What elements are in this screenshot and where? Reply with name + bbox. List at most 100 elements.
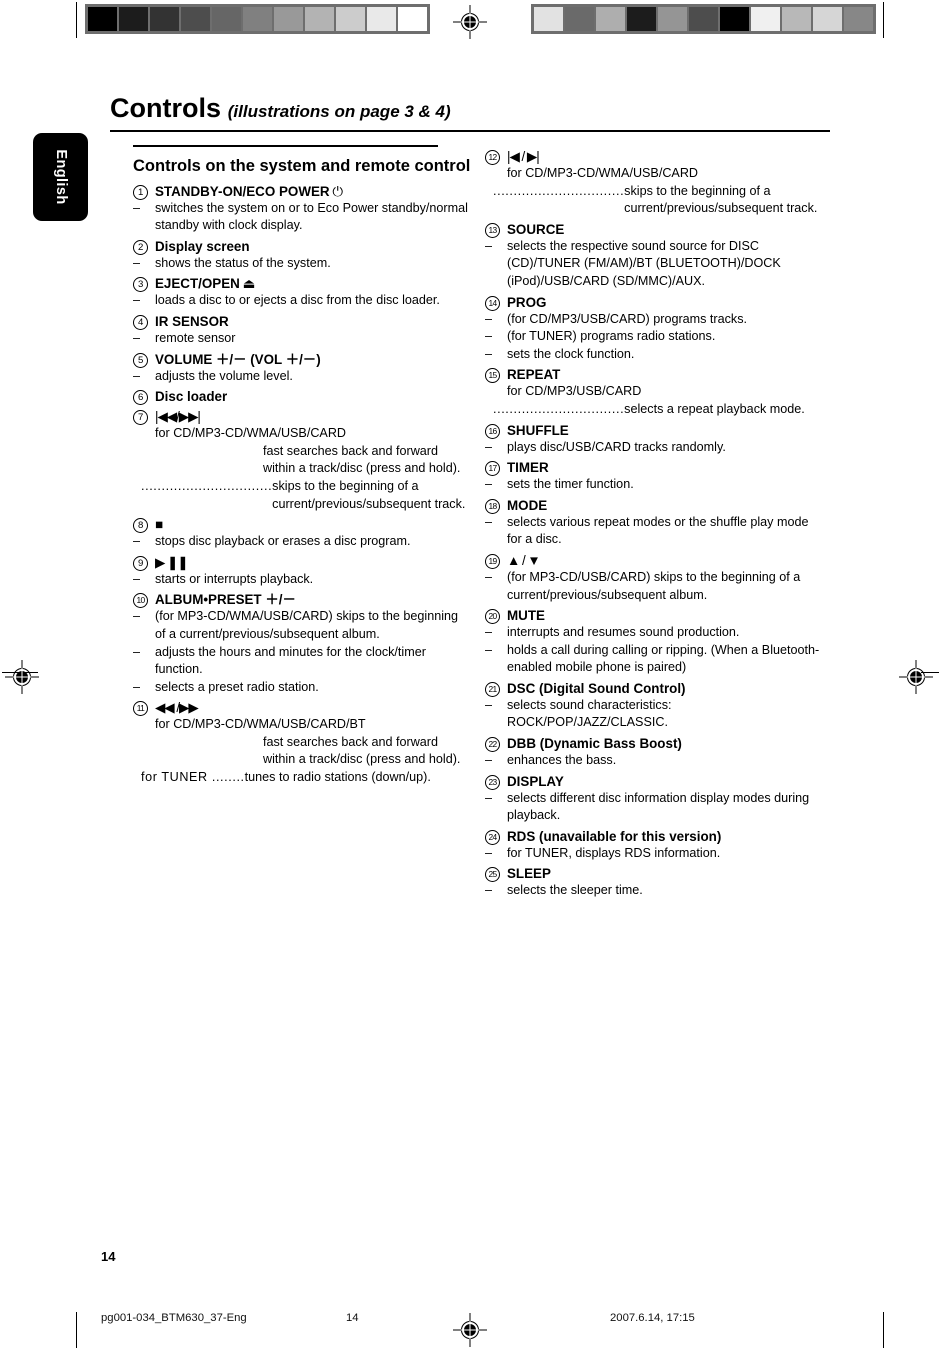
control-entry: 24 RDS (unavailable for this version) – for…	[485, 828, 823, 863]
control-entry-label: |◀ / ▶|	[507, 148, 823, 165]
control-entry: 3 EJECT/OPEN ⏏ – loads a disc to or ejects …	[133, 275, 471, 310]
control-number-label: 19	[485, 553, 500, 569]
control-bullet-row: – switches the system on or to Eco Power …	[133, 200, 471, 235]
control-label-text: MUTE	[507, 608, 545, 624]
control-entry-head: 21 DSC (Digital Sound Control)	[485, 680, 823, 697]
calibration-swatch	[844, 7, 873, 31]
control-number-label: 7	[133, 410, 148, 426]
control-number-label: 24	[485, 829, 500, 845]
control-entry-head: 17 TIMER	[485, 459, 823, 477]
control-label-text: DSC (Digital Sound Control)	[507, 680, 686, 696]
bullet-text: switches the system on or to Eco Power s…	[155, 200, 468, 233]
crop-mark-top-right	[883, 2, 884, 38]
control-entry: 21 DSC (Digital Sound Control) – selects so…	[485, 680, 823, 732]
bullet-text: sets the clock function.	[507, 346, 635, 361]
control-entry-label: ▲ / ▼	[507, 552, 823, 569]
control-entry: 19 ▲ / ▼ – (for MP3-CD/USB/CARD) skips to t…	[485, 552, 823, 604]
control-entry-label: |◀◀/▶▶|	[155, 408, 471, 425]
bullet-dash-icon: –	[485, 439, 493, 454]
control-entry-head: 16 SHUFFLE	[485, 422, 823, 439]
control-bullet-row: – starts or interrupts playback.	[133, 571, 471, 589]
page-title: Controls (illustrations on page 3 & 4)	[110, 93, 451, 124]
bullet-text: starts or interrupts playback.	[155, 571, 314, 586]
control-entry-head: 22 DBB (Dynamic Bass Boost)	[485, 735, 823, 753]
calibration-swatch	[305, 7, 334, 31]
bullet-dash-icon: –	[133, 293, 141, 308]
calibration-swatch	[88, 7, 117, 31]
control-number-badge: 16	[485, 423, 507, 439]
bullet-text: remote sensor	[155, 330, 236, 345]
control-leader-row: ................................ skips t…	[485, 183, 823, 218]
bullet-text: selects the sleeper time.	[507, 883, 643, 898]
control-entry-label: PROG	[507, 294, 823, 311]
control-entry: 1 STANDBY-ON/ECO POWER ⏻ – switches the sys…	[133, 183, 471, 235]
control-bullet-row: – selects the respective sound source for…	[485, 238, 823, 291]
control-entry-head: 1 STANDBY-ON/ECO POWER ⏻	[133, 183, 471, 200]
control-symbol-icon: |◀ / ▶|	[507, 149, 540, 164]
bullet-text: loads a disc to or ejects a disc from th…	[155, 293, 440, 308]
control-bullet-row: – (for MP3-CD/WMA/USB/CARD) skips to the …	[133, 608, 471, 643]
control-number-label: 11	[133, 701, 148, 717]
bullet-text: selects a preset radio station.	[155, 679, 319, 694]
control-number-label: 10	[133, 593, 148, 609]
control-entry-label: SLEEP	[507, 865, 823, 882]
control-symbol-icon: ■	[155, 517, 163, 533]
control-plain-row: for CD/MP3-CD/WMA/USB/CARD/BT	[155, 717, 366, 732]
control-number-label: 15	[485, 368, 500, 384]
control-symbol-icon: |◀◀/▶▶|	[155, 409, 201, 425]
calibration-swatch	[596, 7, 625, 31]
control-entry: 15 REPEAT for CD/MP3/USB/CARD.............…	[485, 366, 823, 418]
bullet-text: selects sound characteristics: ROCK/POP/…	[507, 697, 672, 730]
calibration-swatch	[398, 7, 427, 31]
page-number: 14	[101, 1249, 116, 1264]
control-entry-head: 11 ◀◀ /▶▶	[133, 699, 471, 717]
control-entry: 2 Display screen – shows the status of the …	[133, 238, 471, 273]
bullet-text: adjusts the volume level.	[155, 368, 293, 383]
control-number-label: 12	[485, 150, 500, 165]
control-symbol-icon: ◀◀ /▶▶	[155, 700, 199, 716]
leader-text: selects a repeat playback mode.	[624, 401, 805, 416]
control-label-text: VOLUME ＋/－ (VOL ＋/－)	[155, 351, 321, 367]
control-symbol-icon: ⏻	[329, 183, 343, 199]
control-number-label: 22	[485, 737, 500, 753]
page-title-subtitle: (illustrations on page 3 & 4)	[227, 102, 451, 121]
control-entry-label: REPEAT	[507, 366, 823, 383]
bullet-dash-icon: –	[133, 330, 141, 345]
footer-timestamp: 2007.6.14, 17:15	[610, 1312, 695, 1324]
control-bullet-row: – sets the timer function.	[485, 476, 823, 494]
control-entry-label: ALBUM•PRESET ＋/－	[155, 591, 471, 608]
control-number-badge: 8	[133, 518, 155, 534]
control-number-badge: 6	[133, 390, 155, 406]
bullet-text: selects the respective sound source for …	[507, 238, 781, 288]
control-number-badge: 19	[485, 553, 507, 569]
bullet-text: for TUNER, displays RDS information.	[507, 845, 721, 860]
control-bullet-row: – for TUNER, displays RDS information.	[485, 845, 823, 863]
calibration-swatch	[689, 7, 718, 31]
control-label-text: STANDBY-ON/ECO POWER	[155, 183, 330, 199]
section-heading: Controls on the system and remote contro…	[133, 156, 471, 175]
bullet-text: interrupts and resumes sound production.	[507, 625, 740, 640]
control-entry-head: 7 |◀◀/▶▶|	[133, 408, 471, 426]
control-entry-head: 18 MODE	[485, 497, 823, 514]
control-bullet-row: – selects sound characteristics: ROCK/POP…	[485, 697, 823, 732]
calibration-swatch	[534, 7, 563, 31]
control-number-badge: 9	[133, 555, 155, 571]
control-entry-label: DSC (Digital Sound Control)	[507, 680, 823, 697]
crop-mark-top-left	[76, 2, 77, 38]
bullet-text: shows the status of the system.	[155, 255, 331, 270]
control-number-badge: 20	[485, 609, 507, 625]
control-number-badge: 10	[133, 593, 155, 609]
control-number-label: 20	[485, 609, 500, 625]
control-entry-head: 5 VOLUME ＋/－ (VOL ＋/－)	[133, 351, 471, 368]
calibration-swatch	[565, 7, 594, 31]
language-tab-label: English	[52, 149, 69, 205]
dotted-leader: ................................	[493, 183, 625, 198]
bullet-dash-icon: –	[485, 346, 493, 361]
control-number-badge: 5	[133, 352, 155, 368]
bullet-text: (for MP3-CD/USB/CARD) skips to the begin…	[507, 569, 801, 602]
registration-target-icon-left	[5, 660, 39, 694]
calibration-swatch	[367, 7, 396, 31]
control-number-label: 8	[133, 518, 148, 534]
control-number-label: 13	[485, 222, 500, 238]
bullet-dash-icon: –	[133, 255, 141, 270]
